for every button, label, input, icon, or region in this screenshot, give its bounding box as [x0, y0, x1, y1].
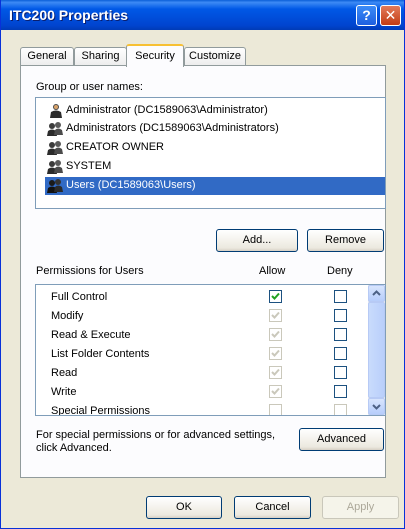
- remove-button[interactable]: Remove: [307, 229, 384, 252]
- group-list-label: Group or user names:: [36, 81, 143, 93]
- permission-row-modify: Modify: [36, 307, 368, 326]
- apply-button[interactable]: Apply: [322, 496, 399, 519]
- allow-checkbox: [269, 309, 282, 322]
- list-item-administrator[interactable]: Administrator (DC1589063\Administrator): [45, 102, 385, 119]
- permission-name: Full Control: [51, 291, 108, 303]
- permission-name: Read & Execute: [51, 329, 131, 341]
- properties-dialog: ITC200 Properties ? ✕ General Sharing Se…: [0, 0, 405, 529]
- allow-checkbox: [269, 385, 282, 398]
- user-icon: [50, 104, 62, 118]
- tab-label: Security: [135, 50, 175, 62]
- permission-name: Write: [51, 386, 77, 398]
- scroll-up-button[interactable]: [368, 285, 385, 302]
- list-item-label: CREATOR OWNER: [66, 141, 164, 153]
- deny-checkbox[interactable]: [334, 385, 347, 398]
- permission-name: Modify: [51, 310, 84, 322]
- checkmark-icon: [271, 387, 280, 395]
- chevron-down-icon: [372, 404, 381, 410]
- group-icon: [47, 160, 63, 174]
- deny-checkbox[interactable]: [334, 347, 347, 360]
- scroll-down-button[interactable]: [368, 398, 385, 415]
- group-icon: [47, 179, 63, 193]
- advanced-hint-line2: click Advanced.: [36, 442, 112, 454]
- checkmark-icon: [271, 368, 280, 376]
- deny-column-header: Deny: [327, 265, 353, 277]
- tab-general[interactable]: General: [20, 47, 74, 66]
- group-icon: [47, 122, 63, 136]
- permission-row-full-control: Full Control: [36, 288, 368, 307]
- allow-checkbox[interactable]: [269, 290, 282, 303]
- permission-row-read-execute: Read & Execute: [36, 326, 368, 345]
- allow-column-header: Allow: [259, 265, 286, 277]
- permissions-title: Permissions for Users: [36, 265, 144, 277]
- allow-checkbox: [269, 366, 282, 379]
- allow-checkbox: [269, 328, 282, 341]
- deny-checkbox[interactable]: [334, 366, 347, 379]
- deny-checkbox: [334, 404, 347, 415]
- checkmark-icon: [271, 311, 280, 319]
- list-item-label: Administrator (DC1589063\Administrator): [66, 104, 268, 116]
- list-item-users[interactable]: Users (DC1589063\Users): [45, 177, 385, 195]
- tab-security[interactable]: Security: [126, 44, 184, 67]
- list-item-administrators[interactable]: Administrators (DC1589063\Administrators…: [45, 120, 385, 137]
- permissions-list[interactable]: Full Control Modify Read & Execute List …: [35, 284, 386, 416]
- close-icon: ✕: [384, 7, 397, 23]
- close-button[interactable]: ✕: [380, 5, 401, 26]
- tab-customize[interactable]: Customize: [184, 47, 246, 66]
- tab-sharing[interactable]: Sharing: [74, 47, 127, 66]
- ok-button[interactable]: OK: [146, 496, 222, 519]
- tab-label: Customize: [189, 50, 241, 62]
- list-item-system[interactable]: SYSTEM: [45, 158, 385, 175]
- allow-checkbox: [269, 404, 282, 415]
- permission-name: Special Permissions: [51, 405, 151, 416]
- permission-row-write: Write: [36, 383, 368, 402]
- list-item-label: Administrators (DC1589063\Administrators…: [66, 122, 279, 134]
- tab-label: Sharing: [81, 50, 120, 62]
- permission-name: Read: [51, 367, 78, 379]
- scroll-thumb[interactable]: [368, 302, 385, 398]
- deny-checkbox[interactable]: [334, 328, 347, 341]
- checkmark-icon: [271, 292, 280, 300]
- list-item-label: SYSTEM: [66, 160, 112, 172]
- title-bar[interactable]: ITC200 Properties ? ✕: [1, 0, 404, 30]
- checkmark-icon: [271, 349, 280, 357]
- permission-name: List Folder Contents: [51, 348, 150, 360]
- permission-row-special-permissions: Special Permissions: [36, 402, 368, 416]
- permission-row-read: Read: [36, 364, 368, 383]
- question-mark-icon: ?: [362, 7, 371, 23]
- advanced-hint-line1: For special permissions or for advanced …: [36, 429, 276, 441]
- deny-checkbox[interactable]: [334, 290, 347, 303]
- group-icon: [47, 141, 63, 155]
- list-item-creator-owner[interactable]: CREATOR OWNER: [45, 139, 385, 156]
- window-title: ITC200 Properties: [9, 7, 129, 23]
- permissions-scrollbar[interactable]: [368, 285, 385, 415]
- add-button[interactable]: Add...: [216, 229, 298, 252]
- deny-checkbox[interactable]: [334, 309, 347, 322]
- advanced-button[interactable]: Advanced: [299, 428, 384, 451]
- group-user-list[interactable]: Administrator (DC1589063\Administrator) …: [35, 97, 386, 209]
- cancel-button[interactable]: Cancel: [234, 496, 311, 519]
- list-item-label: Users (DC1589063\Users): [66, 179, 196, 191]
- checkmark-icon: [271, 330, 280, 338]
- tab-label: General: [27, 50, 67, 62]
- permission-row-list-folder-contents: List Folder Contents: [36, 345, 368, 364]
- allow-checkbox: [269, 347, 282, 360]
- help-button[interactable]: ?: [356, 5, 377, 26]
- chevron-up-icon: [372, 290, 381, 296]
